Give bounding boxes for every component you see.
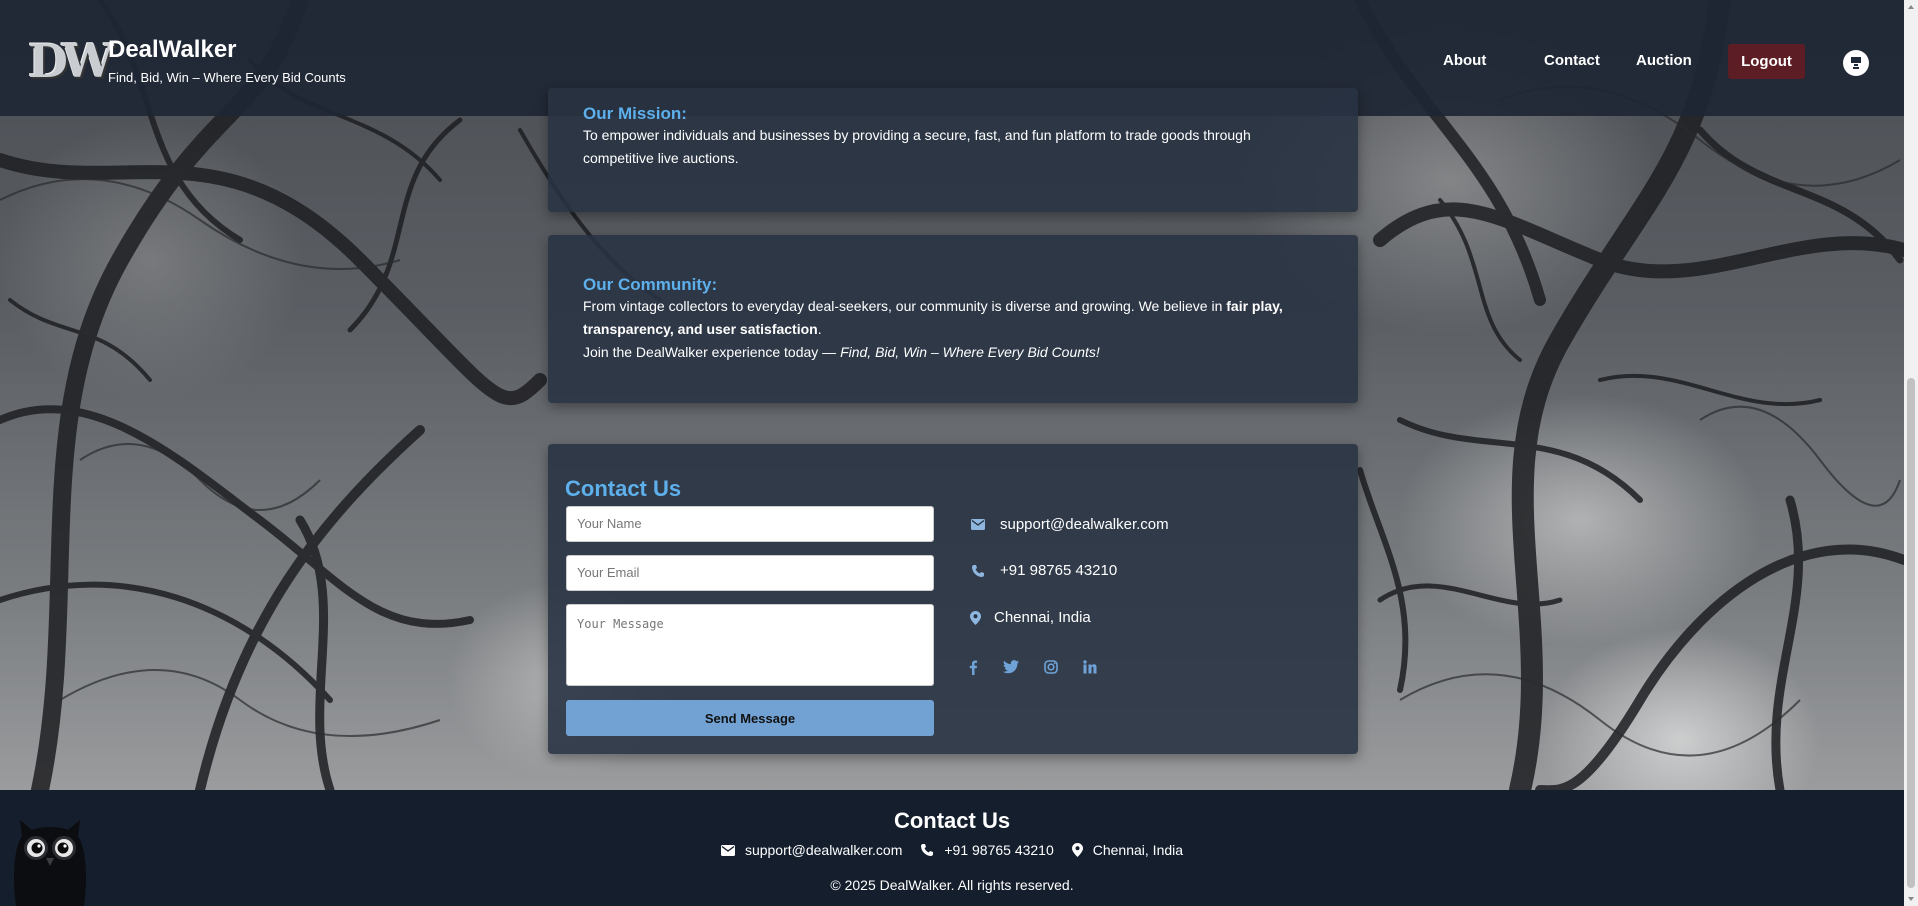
contact-email: support@dealwalker.com	[968, 516, 1169, 533]
copyright: © 2025 DealWalker. All rights reserved.	[830, 877, 1074, 893]
contact-email-text[interactable]: support@dealwalker.com	[1000, 516, 1169, 533]
name-input[interactable]: Your Name	[566, 506, 934, 542]
logout-button[interactable]: Logout	[1728, 44, 1805, 79]
twitter-icon[interactable]	[1003, 660, 1019, 675]
page-scrollbar[interactable]	[1904, 0, 1918, 906]
mission-card: Our Mission: To empower individuals and …	[548, 88, 1358, 212]
brand-name[interactable]: DealWalker	[108, 36, 346, 64]
scroll-up-arrow-icon[interactable]	[1907, 3, 1915, 11]
email-input[interactable]: Your Email	[566, 555, 934, 591]
envelope-icon	[968, 519, 988, 530]
social-links	[968, 660, 1122, 675]
linkedin-icon[interactable]	[1083, 660, 1097, 675]
contact-phone-text: +91 98765 43210	[1000, 562, 1118, 579]
envelope-icon	[720, 844, 735, 856]
footer-title: Contact Us	[893, 808, 1011, 833]
mission-text: To empower individuals and businesses by…	[583, 127, 1251, 166]
footer-phone-text: +91 98765 43210	[944, 842, 1054, 858]
nav-contact[interactable]: Contact	[1544, 52, 1600, 69]
message-textarea[interactable]: Your Message	[566, 604, 934, 686]
contact-card: Contact Us Your Name Your Email Your Mes…	[548, 444, 1358, 754]
user-icon[interactable]	[1843, 50, 1869, 76]
map-pin-icon	[1071, 843, 1083, 857]
footer: Contact Us support@dealwalker.com +91 98…	[0, 790, 1904, 906]
footer-phone: +91 98765 43210	[920, 842, 1054, 858]
instagram-icon[interactable]	[1044, 660, 1058, 675]
nav-auction[interactable]: Auction	[1636, 52, 1692, 69]
contact-location: Chennai, India	[968, 609, 1091, 626]
community-text: From vintage collectors to everyday deal…	[583, 298, 1283, 360]
brand-tagline: Find, Bid, Win – Where Every Bid Counts	[108, 70, 346, 85]
scroll-down-arrow-icon[interactable]	[1907, 895, 1915, 903]
map-pin-icon	[968, 610, 982, 625]
phone-icon	[968, 564, 988, 578]
facebook-icon[interactable]	[968, 660, 978, 675]
phone-icon	[921, 844, 934, 856]
nav-about[interactable]: About	[1443, 52, 1486, 69]
contact-location-text: Chennai, India	[994, 609, 1091, 626]
logo[interactable]: DW	[28, 36, 114, 86]
mission-title: Our Mission:	[583, 104, 687, 123]
footer-email-text[interactable]: support@dealwalker.com	[745, 842, 902, 858]
brand: DealWalker Find, Bid, Win – Where Every …	[108, 36, 346, 85]
contact-phone: +91 98765 43210	[968, 562, 1117, 579]
footer-location: Chennai, India	[1071, 842, 1184, 858]
contact-title: Contact Us	[565, 476, 682, 501]
footer-location-text: Chennai, India	[1092, 842, 1184, 858]
send-message-button[interactable]: Send Message	[566, 700, 934, 736]
footer-contact-row: support@dealwalker.com +91 98765 43210 C…	[0, 842, 1904, 858]
community-card: Our Community: From vintage collectors t…	[548, 235, 1358, 403]
community-title: Our Community:	[583, 275, 718, 294]
scrollbar-thumb[interactable]	[1907, 378, 1915, 888]
footer-email: support@dealwalker.com	[720, 842, 902, 858]
